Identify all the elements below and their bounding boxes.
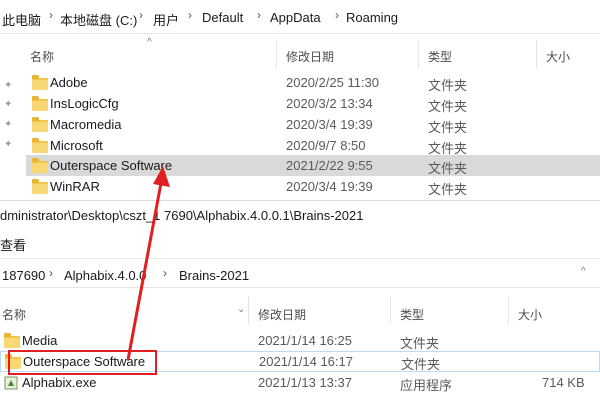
arrow-shaft [126, 182, 163, 361]
annotation-arrow [126, 166, 170, 361]
arrow-head [153, 166, 170, 187]
